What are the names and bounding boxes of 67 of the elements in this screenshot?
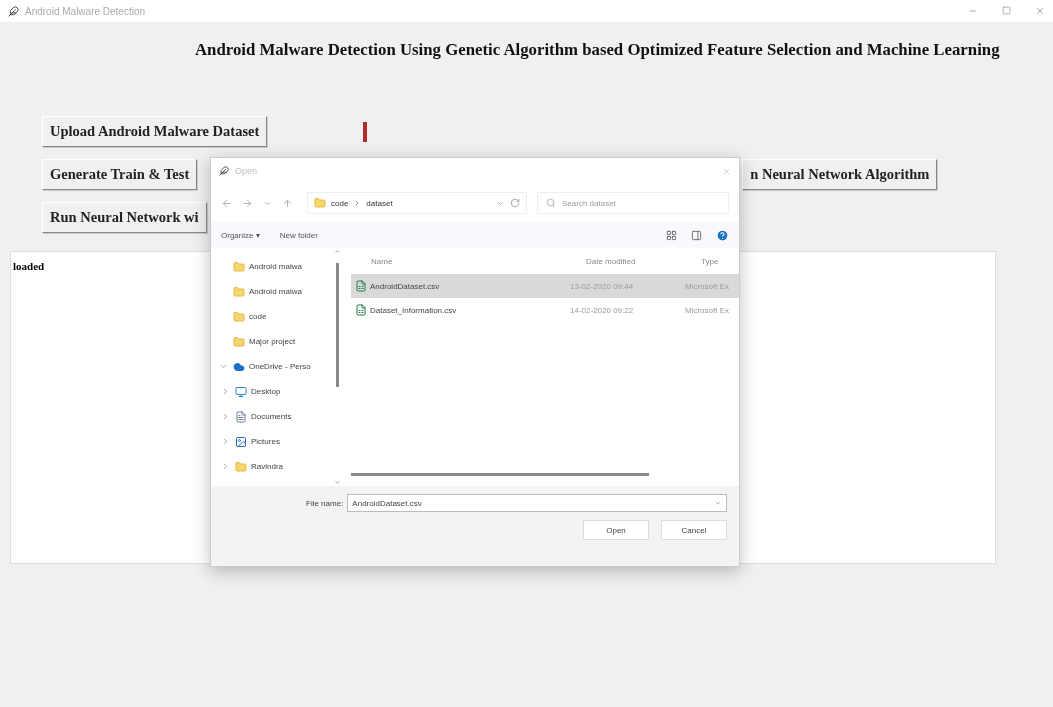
forward-icon[interactable]	[242, 197, 253, 209]
panel-icon[interactable]	[691, 229, 702, 241]
grid-icon[interactable]	[666, 229, 677, 241]
open-button[interactable]: Open	[583, 520, 649, 540]
spreadsheet-icon	[355, 304, 367, 316]
folder-icon	[314, 197, 326, 209]
monitor-icon	[235, 385, 247, 398]
scroll-up-icon[interactable]	[333, 248, 341, 255]
upload-button[interactable]: Upload Android Malware Dataset	[42, 116, 268, 147]
status-mark	[363, 121, 368, 142]
folder-icon	[233, 285, 245, 298]
file-name: AndroidDataset.csv	[370, 281, 440, 291]
feather-icon	[219, 166, 229, 176]
up-icon[interactable]	[282, 197, 293, 209]
cloud-icon	[233, 360, 245, 373]
folder-icon	[235, 460, 247, 473]
back-icon[interactable]	[221, 197, 232, 209]
nav-item[interactable]: Desktop	[251, 387, 281, 396]
help-icon[interactable]	[716, 228, 729, 242]
nav-item[interactable]: Pictures	[251, 437, 280, 446]
chevron-down-icon[interactable]	[714, 499, 722, 507]
close-icon[interactable]	[1035, 6, 1045, 16]
file-name: Dataset_Information.csv	[370, 305, 457, 315]
nav-item[interactable]: Documents	[251, 412, 292, 421]
maximize-icon[interactable]	[1002, 6, 1011, 15]
cancel-button[interactable]: Cancel	[661, 520, 727, 540]
nav-item[interactable]: Ravindra	[251, 462, 283, 471]
spreadsheet-icon	[355, 280, 367, 292]
column-header[interactable]: Date modified	[586, 256, 701, 266]
action-button[interactable]: Generate Train & Test	[42, 159, 198, 190]
nav-item[interactable]: OneDrive - Perso	[249, 362, 311, 371]
close-icon[interactable]	[722, 166, 731, 176]
nav-item[interactable]: code	[249, 312, 267, 321]
nav-item[interactable]: Android malwa	[249, 262, 302, 271]
folder-icon	[233, 335, 245, 348]
action-button[interactable]: n Neural Network Algorithm	[742, 159, 938, 190]
address-bar[interactable]: code dataset	[307, 192, 527, 214]
image-icon	[235, 435, 247, 448]
file-date: 13-02-2020 09:44	[570, 281, 635, 291]
refresh-icon[interactable]	[510, 198, 520, 208]
path-segment[interactable]: dataset	[366, 198, 393, 208]
file-type: Microsoft Ex	[685, 305, 730, 315]
action-button[interactable]: Run Neural Network wi	[42, 202, 207, 233]
file-row[interactable]: Dataset_Information.csv 14-02-2020 09:22 Microsoft Ex	[351, 298, 739, 322]
app-heading: Android Malware Detection Using Genetic Algorithm based Optimized Feature Selection and Machine Learning	[195, 40, 1000, 60]
output-text: loaded	[13, 260, 45, 272]
document-icon	[235, 410, 247, 423]
toolbar-button[interactable]: New folder	[279, 230, 318, 240]
folder-icon	[233, 260, 245, 273]
scrollbar[interactable]	[351, 473, 649, 476]
window-title: Android Malware Detection	[25, 5, 147, 17]
toolbar-button[interactable]: Organize ▾	[221, 230, 260, 240]
scrollbar[interactable]	[333, 248, 341, 486]
feather-icon	[8, 5, 19, 17]
file-name-label: File name:	[306, 498, 344, 508]
file-name-field[interactable]: AndroidDataset.csv	[347, 494, 727, 512]
path-segment[interactable]: code	[331, 198, 349, 208]
column-header[interactable]: Type	[701, 256, 739, 266]
dialog-title: Open	[235, 166, 259, 176]
column-header[interactable]: Name	[371, 256, 586, 266]
nav-item[interactable]: Android malwa	[249, 287, 302, 296]
scroll-down-icon[interactable]	[333, 479, 341, 486]
file-date: 14-02-2020 09:22	[570, 305, 635, 315]
search-icon	[546, 198, 556, 208]
nav-item[interactable]: Major project	[249, 337, 296, 346]
chevron-down-icon[interactable]	[219, 362, 229, 371]
folder-icon	[233, 310, 245, 323]
